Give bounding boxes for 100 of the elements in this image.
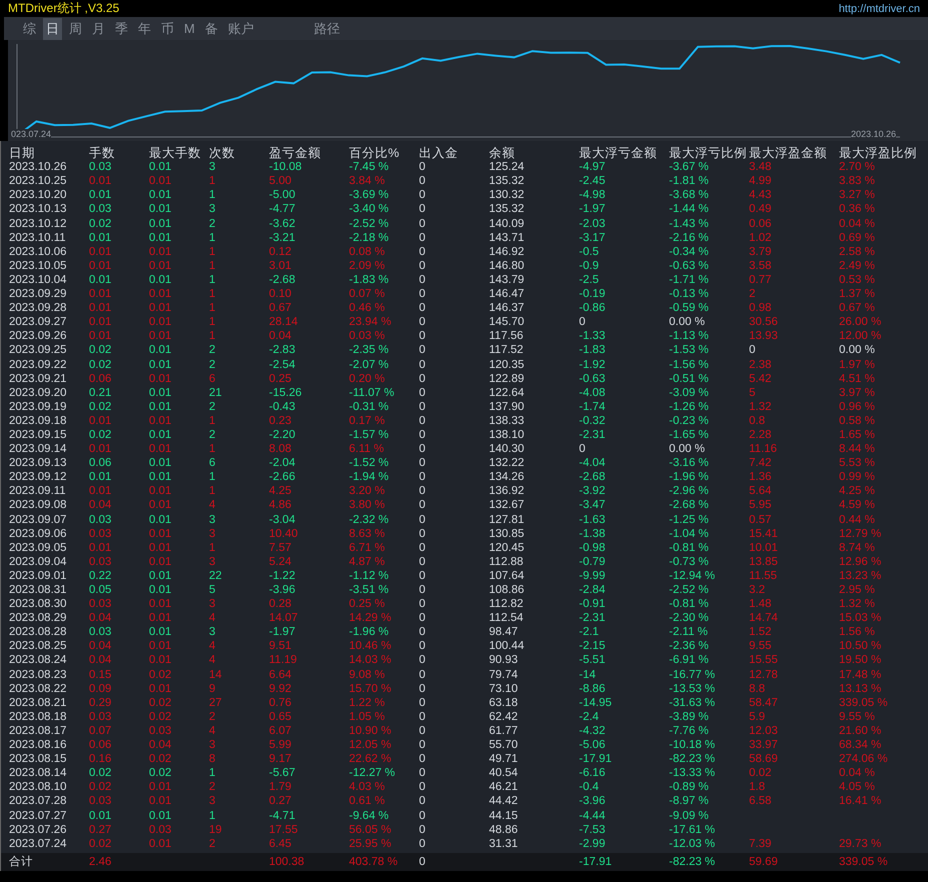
table-cell-text: 0.01 (149, 344, 172, 358)
table-cell-text: 6.11 % (349, 443, 385, 456)
table-cell-text: 11.19 (269, 654, 298, 668)
table-cell-text: 0.01 (149, 654, 172, 668)
table-cell-text: 10.50 % (839, 640, 882, 654)
view-tab[interactable]: 年 (135, 18, 154, 40)
table-cell-text: 0 (419, 485, 426, 498)
view-tab[interactable]: 账户 (224, 18, 257, 40)
table-cell-text: 0.01 (89, 414, 112, 428)
table-cell-text: 2023.09.11 (9, 485, 67, 498)
column-header[interactable]: 手数 (89, 144, 149, 162)
table-cell-text: 112.82 (489, 598, 524, 612)
table-cell-text: 2023.07.28 (9, 795, 68, 808)
table-cell-text: -7.76 % (669, 724, 710, 738)
table-cell-text: 112.54 (489, 612, 524, 626)
total-cell-text: 339.05 % (839, 856, 889, 869)
column-header[interactable]: 百分比% (349, 144, 419, 162)
view-tab[interactable]: 周 (66, 18, 85, 40)
table-cell-text: 26.00 % (839, 316, 882, 330)
table-cell-text: 0.01 (89, 274, 112, 287)
table-cell-text: 0.03 (89, 161, 112, 174)
table-cell-text: 2023.08.10 (9, 781, 68, 794)
table-cell-text: -1.04 % (669, 528, 710, 541)
column-header[interactable]: 次数 (209, 144, 269, 162)
table-cell-text: 1.05 % (349, 710, 386, 724)
table-cell-text: 2023.07.26 (9, 824, 68, 837)
table-cell-text: -0.5 (579, 246, 600, 259)
table-cell-text: 0.02 (149, 696, 172, 710)
table-cell-text: 1 (209, 246, 216, 259)
table-cell-text: 2023.09.26 (9, 330, 68, 344)
table-cell-text: 29.73 % (839, 838, 882, 851)
table-cell-text: 1 (209, 288, 216, 302)
table-cell-text: 0 (419, 189, 426, 202)
column-header[interactable]: 余额 (489, 144, 579, 162)
table-cell-text: 137.90 (489, 400, 526, 414)
table-cell-text: 0.02 (89, 218, 112, 231)
view-tab[interactable]: 日 (43, 18, 62, 40)
table-cell-text: 2023.09.08 (9, 499, 68, 512)
table-cell-text: 14.07 (269, 612, 299, 626)
table-cell-text: 79.74 (489, 668, 519, 682)
table-cell-text: 1 (209, 189, 216, 202)
table-cell-text: 0.15 (89, 668, 112, 682)
table-cell-text: 22 (209, 570, 223, 583)
view-tab[interactable]: 季 (112, 18, 131, 40)
table-cell-text: 0 (419, 428, 426, 442)
table-cell-text: 0.27 (89, 824, 112, 837)
table-cell-text: 0.02 (89, 838, 112, 851)
table-cell-text: -2.4 (579, 710, 600, 724)
table-cell-text: 1.48 (749, 598, 772, 612)
table-cell-text: -2.1 (579, 626, 600, 640)
table-cell-text: -1.26 % (669, 400, 710, 414)
table-cell-text: -0.34 % (669, 246, 710, 259)
table-cell-text: 2023.10.05 (9, 260, 68, 273)
column-header[interactable]: 最大浮亏金额 (579, 144, 669, 162)
table-cell-text: 1 (209, 330, 216, 344)
table-cell-text: 2023.09.15 (9, 428, 68, 442)
table-cell-text: 0.01 (89, 485, 112, 498)
table-cell-text: 0.01 (89, 471, 112, 484)
table-cell-text: 8 (209, 753, 216, 766)
table-cell-text: 2023.08.22 (9, 682, 68, 696)
table-cell-text: 3 (209, 626, 216, 640)
table-cell-text: 48.86 (489, 824, 519, 837)
table-cell-text: 0.00 % (839, 344, 876, 358)
table-cell-text: 3.80 % (349, 499, 386, 512)
table-cell-text: 0 (419, 640, 426, 654)
column-header[interactable]: 最大浮盈比例 (839, 144, 928, 162)
column-header[interactable]: 日期 (9, 144, 89, 162)
table-cell-text: -2.07 % (349, 358, 390, 372)
table-cell-text: -2.15 (579, 640, 606, 654)
table-cell-text: 0 (419, 274, 426, 287)
column-header[interactable]: 最大浮亏比例 (669, 144, 749, 162)
table-cell-text: 0 (419, 161, 426, 174)
table-cell-text: 73.10 (489, 682, 519, 696)
table-cell-text: 10.01 (749, 542, 779, 555)
column-header[interactable]: 出入金 (419, 144, 489, 162)
column-header[interactable]: 最大浮盈金额 (749, 144, 839, 162)
table-cell-text: 2.70 % (839, 161, 876, 174)
table-cell-text: 1 (209, 316, 216, 330)
column-header[interactable]: 最大手数 (149, 144, 209, 162)
table-cell-text: 4.25 % (839, 485, 876, 498)
table-cell-text: 0.01 (149, 260, 172, 273)
table-cell-text: 0.01 (149, 358, 172, 372)
table-cell-text: 0.01 (149, 598, 172, 612)
view-tab[interactable]: 月 (89, 18, 108, 40)
view-tab[interactable]: 币 (158, 18, 177, 40)
table-cell-text: -0.13 % (669, 288, 710, 302)
table-cell-text: 6.64 (269, 668, 292, 682)
table-cell-text: 2023.09.12 (9, 471, 68, 484)
column-header[interactable]: 盈亏金额 (269, 144, 349, 162)
table-cell-text: -2.68 (269, 274, 296, 287)
view-tab[interactable]: 备 (202, 18, 221, 40)
table-cell-text: 130.85 (489, 528, 526, 541)
table-cell-text: 0.8 (749, 414, 766, 428)
view-tab[interactable]: M (181, 19, 198, 38)
view-tab[interactable]: 综 (20, 18, 39, 40)
website-link[interactable]: http://mtdriver.cn (838, 2, 920, 14)
path-tab[interactable]: 路径 (310, 18, 343, 40)
table-cell-text: -0.91 (579, 598, 606, 612)
table-cell-text: 16.41 % (839, 795, 882, 808)
table-cell-text: -2.54 (269, 358, 296, 372)
